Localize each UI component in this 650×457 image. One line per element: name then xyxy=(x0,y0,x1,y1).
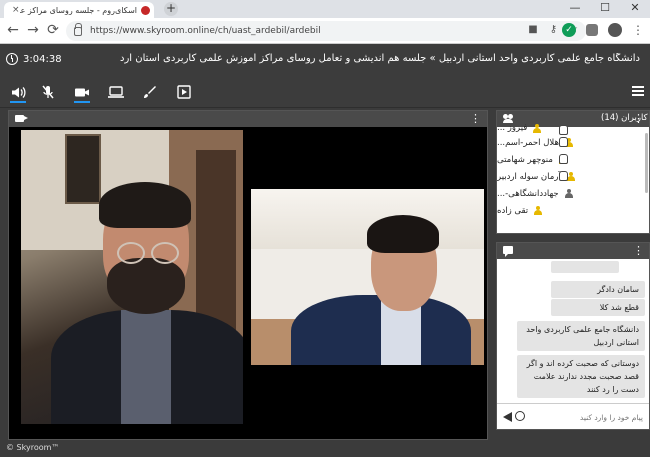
users-scrollbar[interactable] xyxy=(645,133,648,193)
user-name: جهاددانشگاهی-... xyxy=(497,188,559,199)
hamburger-menu-icon[interactable] xyxy=(632,86,644,96)
user-name: فیروز ... xyxy=(497,123,528,133)
video-camera-icon xyxy=(15,115,28,122)
raised-hand-icon xyxy=(559,171,568,181)
users-panel: کاربران (14) ⋮ فیروز ... هلال احمر-اسم..… xyxy=(496,110,650,234)
extension-check-icon[interactable]: ✓ xyxy=(562,23,576,37)
key-icon[interactable]: ⚷ xyxy=(550,24,557,35)
chat-message: سامان دادگر xyxy=(551,281,645,298)
tab-favicon-icon xyxy=(141,5,150,15)
participant-beard xyxy=(107,258,185,314)
lock-icon xyxy=(74,22,82,36)
user-icon xyxy=(533,123,542,133)
video-panel: ⋮ xyxy=(8,110,488,440)
app-header: 3:04:38 دانشگاه جامع علمی کاربردی واحد ا… xyxy=(0,44,650,76)
maximize-button[interactable]: ☐ xyxy=(590,0,620,18)
user-row[interactable]: تقی زاده xyxy=(497,202,649,219)
user-name: تقی زاده xyxy=(497,205,529,216)
window-close-button[interactable]: ✕ xyxy=(620,0,650,18)
speaker-icon[interactable] xyxy=(10,84,26,103)
participant-video-1[interactable] xyxy=(21,130,243,424)
chat-bubble-icon xyxy=(503,246,513,257)
user-row[interactable]: هلال احمر-اسم... xyxy=(497,134,649,151)
user-row[interactable]: جهاددانشگاهی-... xyxy=(497,185,649,202)
user-name: آرمان سوله اردبیر xyxy=(497,171,561,182)
raised-hand-icon xyxy=(559,154,568,164)
session-title: دانشگاه جامع علمی کاربردی واحد استانی ار… xyxy=(120,53,640,64)
url-text[interactable]: https://www.skyroom.online/ch/uast_ardeb… xyxy=(90,26,321,36)
media-play-icon[interactable] xyxy=(176,84,192,100)
raised-hand-icon xyxy=(559,137,568,147)
brand-footer: © Skyroom™ xyxy=(6,443,59,452)
user-row[interactable]: آرمان سوله اردبیر xyxy=(497,168,649,185)
user-icon xyxy=(564,189,573,198)
browser-menu-icon[interactable]: ⋮ xyxy=(632,24,644,36)
participant-video-2[interactable] xyxy=(251,189,484,365)
user-row[interactable]: منوچهر شهامتی xyxy=(497,151,649,168)
chat-panel-menu-icon[interactable]: ⋮ xyxy=(633,244,644,257)
tab-title: اسکای‌روم - جلسه روسای مراکز علمی xyxy=(19,5,137,15)
profile-avatar[interactable] xyxy=(608,23,622,37)
mic-muted-icon[interactable] xyxy=(40,84,56,100)
address-bar[interactable]: https://www.skyroom.online/ch/uast_ardeb… xyxy=(66,21,586,41)
participant-hair xyxy=(367,215,439,253)
send-icon[interactable] xyxy=(503,412,512,422)
chat-message: دوستانی که صحبت کرده اند و اگر قصد صحبت … xyxy=(517,355,645,398)
chat-messages: سامان دادگر قطع شد کلا دانشگاه جامع علمی… xyxy=(497,259,649,403)
participant-glasses xyxy=(117,242,183,264)
chat-message-input[interactable] xyxy=(525,409,643,425)
browser-tabstrip: × اسکای‌روم - جلسه روسای مراکز علمی + — … xyxy=(0,0,650,18)
user-name: منوچهر شهامتی xyxy=(497,154,553,165)
participant-hair xyxy=(99,182,191,228)
whiteboard-brush-icon[interactable] xyxy=(142,84,158,100)
camera-icon[interactable] xyxy=(74,84,90,103)
clock-icon xyxy=(6,53,18,65)
chat-message-fragment xyxy=(551,261,619,273)
video-panel-menu-icon[interactable]: ⋮ xyxy=(470,112,481,125)
minimize-button[interactable]: — xyxy=(560,0,590,18)
tab-close-icon[interactable]: × xyxy=(12,5,20,15)
browser-tab[interactable]: × اسکای‌روم - جلسه روسای مراکز علمی xyxy=(4,2,154,18)
chat-panel-header: ⋮ xyxy=(497,243,649,259)
chat-input-bar xyxy=(497,403,649,429)
brand-text: © Skyroom™ xyxy=(6,443,60,452)
chat-panel: ⋮ سامان دادگر قطع شد کلا دانشگاه جامع عل… xyxy=(496,242,650,430)
toolbar-right: ✓ ⋮ xyxy=(562,23,644,37)
session-timer: 3:04:38 xyxy=(6,53,62,65)
back-arrow-icon[interactable]: ← xyxy=(6,23,20,39)
window-controls: — ☐ ✕ xyxy=(560,0,650,18)
emoji-icon[interactable] xyxy=(515,411,525,421)
user-icon xyxy=(534,206,543,215)
extension-icon[interactable] xyxy=(586,24,598,36)
chat-message: دانشگاه جامع علمی کاربردی واحد استانی ار… xyxy=(517,321,645,351)
user-row[interactable]: فیروز ... xyxy=(497,122,649,135)
chat-message: قطع شد کلا xyxy=(551,299,645,316)
timer-value: 3:04:38 xyxy=(23,53,62,65)
participant-shirt xyxy=(121,310,171,424)
browser-toolbar: ← → ⟳ https://www.skyroom.online/ch/uast… xyxy=(0,18,650,44)
wall-picture xyxy=(65,134,101,204)
user-name: هلال احمر-اسم... xyxy=(497,137,559,148)
forward-arrow-icon[interactable]: → xyxy=(26,23,40,39)
door-panel xyxy=(196,150,236,330)
screen-share-icon[interactable] xyxy=(108,84,124,100)
app-toolbar xyxy=(0,76,650,108)
video-panel-header: ⋮ xyxy=(9,111,487,127)
new-tab-button[interactable]: + xyxy=(164,2,178,16)
reload-icon[interactable]: ⟳ xyxy=(46,23,60,39)
camera-blocked-icon[interactable]: ■ xyxy=(528,24,537,35)
